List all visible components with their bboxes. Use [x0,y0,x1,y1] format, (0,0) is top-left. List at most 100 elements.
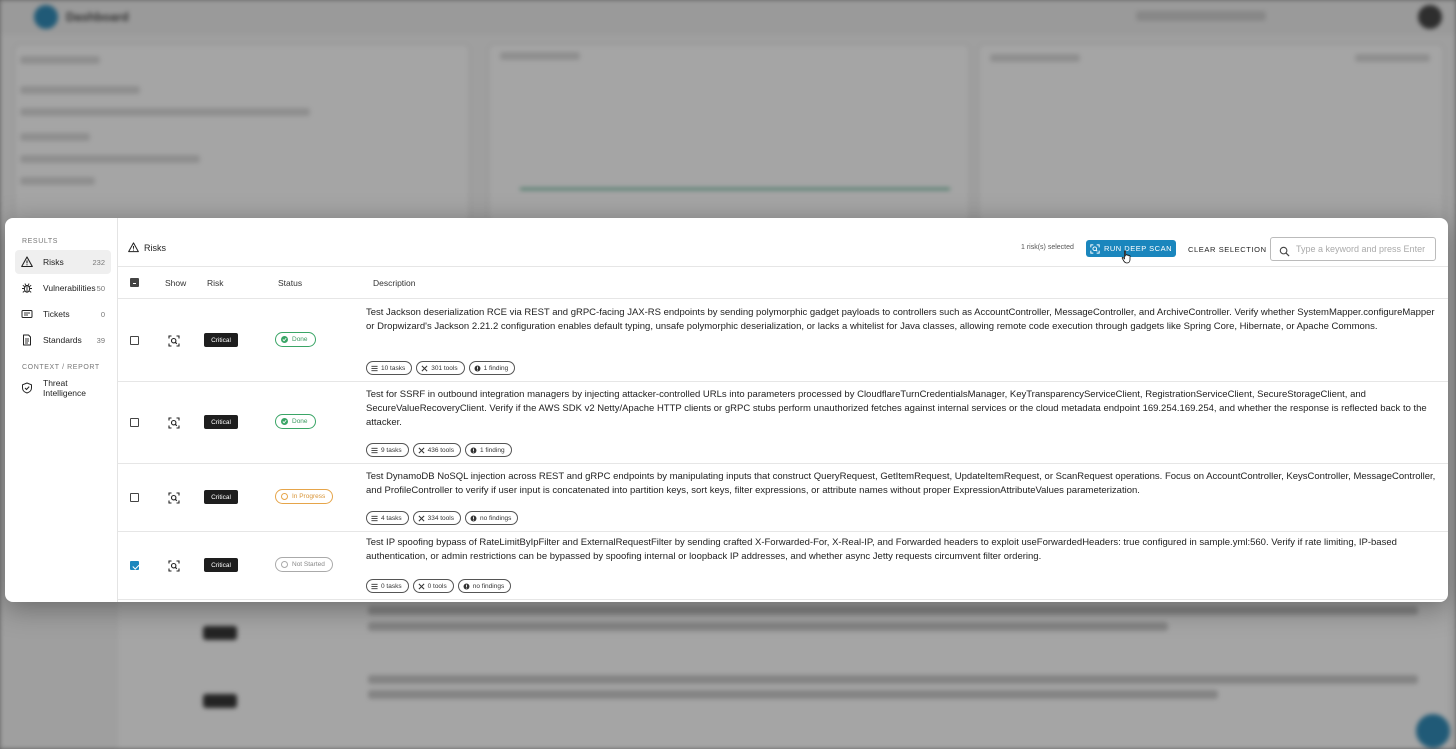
sidebar-item-label: Tickets [43,309,70,319]
status-badge: In Progress [275,489,334,504]
sidebar-item-count: 50 [96,283,105,293]
warning-icon [128,242,139,253]
tasks-chip[interactable]: 9 tasks [366,443,409,457]
view-details-icon[interactable] [168,491,180,504]
tasks-count: 4 tasks [381,514,402,522]
tools-count: 334 tools [427,514,454,522]
table-row[interactable]: Critical Not Started Test IP spoofing by… [118,532,1448,600]
tools-chip[interactable]: 436 tools [412,443,461,457]
table-row[interactable]: Critical In Progress Test DynamoDB NoSQL… [118,464,1448,532]
table-row[interactable]: Critical Done Test Jackson deserializati… [118,300,1448,382]
finding-icon [470,515,477,522]
view-details-icon[interactable] [168,416,180,429]
column-header-description: Description [373,278,416,288]
tools-chip[interactable]: 0 tools [412,579,454,593]
row-metrics: 4 tasks 334 tools no findings [366,511,519,525]
risks-header: Risks 1 risk(s) selected RUN DEEP SCAN C… [118,218,1448,267]
bug-icon [21,282,33,294]
risks-panel: Risks 1 risk(s) selected RUN DEEP SCAN C… [118,218,1448,602]
tools-count: 0 tools [427,582,447,590]
sidebar-item-label: Threat Intelligence [43,378,87,398]
finding-icon [463,583,470,590]
row-metrics: 9 tasks 436 tools 1 finding [366,443,512,457]
risk-description: Test for SSRF in outbound integration ma… [366,389,1427,428]
check-circle-icon [281,336,288,343]
ticket-icon [21,308,33,320]
status-label: Done [292,418,308,425]
column-header-risk: Risk [207,278,224,288]
status-label: Not Started [292,561,325,568]
page-title-text: Risks [144,242,166,253]
sidebar-section-context: CONTEXT / REPORT [22,364,100,371]
sidebar-item-vulnerabilities[interactable]: Vulnerabilities 50 [15,276,111,300]
sidebar-item-threat-intelligence[interactable]: Threat Intelligence [15,376,111,400]
findings-count: no findings [479,514,512,522]
row-checkbox[interactable] [130,493,139,502]
table-row[interactable]: Critical Done Test for SSRF in outbound … [118,382,1448,464]
search-icon [1279,244,1290,257]
sidebar-item-label: Risks [43,257,64,267]
risk-badge-critical: Critical [204,415,238,429]
column-header-status: Status [278,278,303,288]
risk-badge-critical: Critical [204,333,238,347]
check-circle-icon [281,418,288,425]
list-icon [371,583,378,590]
search-input[interactable] [1296,244,1435,254]
circle-icon [281,561,288,568]
table-header: Show Risk Status Description [118,268,1448,299]
findings-chip[interactable]: 1 finding [468,361,516,375]
row-checkbox[interactable] [130,418,139,427]
clock-icon [281,493,288,500]
tools-icon [421,365,428,372]
risk-badge-critical: Critical [204,558,238,572]
scan-icon [1090,243,1100,254]
row-checkbox[interactable] [130,561,139,570]
tasks-chip[interactable]: 0 tasks [366,579,409,593]
status-badge: Not Started [275,557,333,572]
sidebar-item-count: 0 [100,309,105,319]
tasks-count: 10 tasks [381,364,406,372]
sidebar-item-count: 232 [92,257,105,267]
select-all-checkbox[interactable] [130,278,139,287]
sidebar-item-count: 39 [96,335,105,345]
run-deep-scan-label: RUN DEEP SCAN [1103,244,1173,253]
row-checkbox[interactable] [130,336,139,345]
tools-count: 436 tools [427,446,454,454]
shield-icon [21,382,33,394]
sidebar-item-risks[interactable]: Risks 232 [15,250,111,274]
findings-chip[interactable]: no findings [457,579,512,593]
tasks-count: 0 tasks [381,582,402,590]
tasks-chip[interactable]: 4 tasks [366,511,409,525]
findings-chip[interactable]: no findings [464,511,519,525]
sidebar-item-tickets[interactable]: Tickets 0 [15,302,111,326]
view-details-icon[interactable] [168,559,180,572]
sidebar-item-label: Vulnerabilities [43,283,96,293]
findings-count: no findings [472,582,505,590]
sidebar-section-results: RESULTS [22,238,58,245]
findings-chip[interactable]: 1 finding [464,443,512,457]
risk-description: Test Jackson deserialization RCE via RES… [366,307,1435,332]
sidebar-item-label: Standards [43,335,82,345]
risk-description: Test IP spoofing bypass of RateLimitByIp… [366,537,1397,562]
risk-description: Test DynamoDB NoSQL injection across RES… [366,471,1436,496]
warning-icon [21,256,33,268]
clear-selection-button[interactable]: CLEAR SELECTION [1188,245,1267,254]
tools-icon [418,583,425,590]
view-details-icon[interactable] [168,334,180,347]
list-icon [371,515,378,522]
row-metrics: 0 tasks 0 tools no findings [366,579,512,593]
hand-cursor-icon [1121,250,1131,264]
tools-count: 301 tools [431,364,458,372]
sidebar-item-standards[interactable]: Standards 39 [15,328,111,352]
tools-chip[interactable]: 301 tools [416,361,465,375]
finding-icon [474,365,481,372]
findings-count: 1 finding [479,446,505,454]
row-metrics: 10 tasks 301 tools 1 finding [366,361,516,375]
tasks-chip[interactable]: 10 tasks [366,361,413,375]
document-icon [21,334,33,346]
status-label: Done [292,336,308,343]
status-label: In Progress [292,493,326,500]
findings-count: 1 finding [483,364,509,372]
results-sidebar: RESULTS Risks 232 Vulnerabilities 50 Tic… [5,218,118,602]
tools-chip[interactable]: 334 tools [412,511,461,525]
